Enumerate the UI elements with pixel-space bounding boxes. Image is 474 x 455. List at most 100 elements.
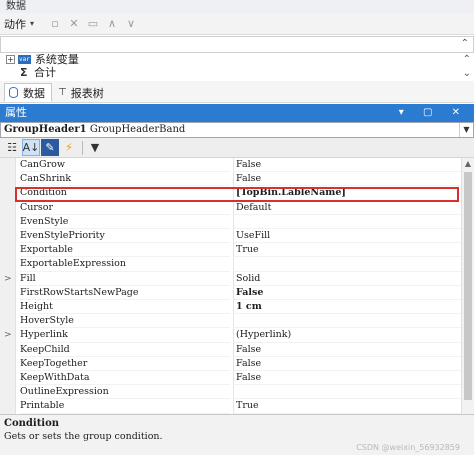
property-value[interactable]: True: [233, 243, 461, 258]
property-row[interactable]: KeepTogether False: [0, 356, 461, 371]
tree-scrollbar[interactable]: ⌃ ⌄: [463, 53, 471, 81]
object-selector[interactable]: GroupHeader1 GroupHeaderBand ▼: [0, 122, 474, 138]
property-value[interactable]: Default: [233, 200, 461, 215]
var-icon: var: [18, 55, 31, 64]
property-name: ExportableExpression: [20, 257, 230, 272]
tab-label: 数据: [23, 86, 45, 100]
property-value[interactable]: False: [233, 158, 461, 173]
property-grid-scrollbar[interactable]: ▲: [461, 158, 474, 414]
property-value[interactable]: (Hyperlink): [233, 328, 461, 343]
object-type: GroupHeaderBand: [89, 124, 186, 135]
property-value[interactable]: 1 cm: [233, 300, 461, 315]
watermark: CSDN @weixin_56932859: [356, 443, 460, 452]
expand-arrow-icon[interactable]: >: [4, 272, 12, 286]
property-value[interactable]: [233, 257, 461, 272]
toolbar-divider: [82, 140, 83, 155]
tree-icon: ⊤: [58, 87, 67, 98]
object-name: GroupHeader1: [4, 124, 87, 135]
panel-tabs: 数据 ⊤ 报表树: [0, 81, 474, 103]
property-row[interactable]: ExportableExpression: [0, 257, 461, 272]
chevron-down-icon[interactable]: ▼: [459, 123, 473, 137]
property-name: Height: [20, 300, 230, 315]
categorized-icon[interactable]: ☷: [3, 139, 21, 156]
property-value[interactable]: False: [233, 172, 461, 187]
property-row[interactable]: Height 1 cm: [0, 300, 461, 315]
property-row[interactable]: CanShrink False: [0, 172, 461, 187]
property-row[interactable]: KeepChild False: [0, 342, 461, 357]
property-row[interactable]: Printable True: [0, 399, 461, 414]
property-value[interactable]: [233, 214, 461, 229]
property-name: Cursor: [20, 201, 230, 215]
property-value[interactable]: UseFill: [233, 229, 461, 244]
actions-menu[interactable]: 动作: [4, 16, 26, 32]
property-row[interactable]: KeepWithData False: [0, 371, 461, 386]
tree-item-totals[interactable]: Σ 合计: [0, 66, 474, 79]
property-row[interactable]: OutlineExpression: [0, 385, 461, 400]
property-value[interactable]: False: [233, 342, 461, 357]
property-value[interactable]: [233, 314, 461, 329]
collapse-chevron-icon[interactable]: ⌃: [461, 38, 469, 49]
database-icon: [9, 87, 18, 98]
property-value[interactable]: Solid: [233, 271, 461, 286]
filter-icon[interactable]: ▼: [86, 139, 104, 156]
panel-controls[interactable]: ▾ ▢ ✕: [399, 104, 468, 122]
property-name: CanShrink: [20, 172, 230, 187]
move-down-icon[interactable]: ∨: [122, 15, 140, 33]
property-name: KeepTogether: [20, 357, 230, 371]
property-row[interactable]: EvenStylePriority UseFill: [0, 229, 461, 244]
chevron-down-icon[interactable]: ▾: [30, 19, 40, 28]
property-row[interactable]: Cursor Default: [0, 200, 461, 215]
move-up-icon[interactable]: ∧: [103, 15, 121, 33]
property-row[interactable]: > Hyperlink (Hyperlink): [0, 328, 461, 343]
new-item-icon[interactable]: ▫: [46, 15, 64, 33]
scroll-thumb[interactable]: [464, 172, 472, 400]
scroll-up-icon[interactable]: ▲: [462, 158, 474, 170]
description-text: Gets or sets the group condition.: [4, 431, 163, 442]
tree-item-system-variables[interactable]: + var 系统变量: [0, 53, 474, 66]
events-icon[interactable]: ⚡: [60, 139, 78, 156]
sigma-icon: Σ: [20, 66, 28, 79]
property-row[interactable]: FirstRowStartsNewPage False: [0, 285, 461, 300]
property-name: EvenStylePriority: [20, 229, 230, 244]
property-value[interactable]: False: [233, 356, 461, 371]
tree-item-label: 系统变量: [34, 53, 79, 66]
tab-data[interactable]: 数据: [4, 83, 52, 102]
property-name: OutlineExpression: [20, 385, 230, 400]
tab-report-tree[interactable]: ⊤ 报表树: [54, 83, 110, 102]
property-row[interactable]: > Fill Solid: [0, 271, 461, 286]
expand-icon[interactable]: +: [6, 55, 15, 64]
property-row[interactable]: HoverStyle: [0, 314, 461, 329]
panel-title: 属性: [5, 106, 27, 119]
property-row[interactable]: Exportable True: [0, 243, 461, 258]
edit-icon[interactable]: ▭: [84, 15, 102, 33]
data-toolbar: 动作 ▾ ▫ ✕ ▭ ∧ ∨: [0, 13, 474, 35]
search-input[interactable]: ⌃: [0, 36, 474, 53]
property-name: FirstRowStartsNewPage: [20, 286, 230, 300]
alphabetical-icon[interactable]: A↓: [22, 139, 40, 156]
property-value[interactable]: False: [233, 285, 461, 300]
property-name: Fill: [20, 272, 230, 286]
property-value[interactable]: [TopBin.LableName]: [233, 186, 461, 201]
window-title: 数据: [0, 0, 474, 13]
property-name: KeepChild: [20, 343, 230, 357]
property-name: KeepWithData: [20, 371, 230, 386]
properties-icon[interactable]: ✎: [41, 139, 59, 156]
property-name: HoverStyle: [20, 314, 230, 329]
property-row[interactable]: EvenStyle: [0, 214, 461, 229]
delete-icon[interactable]: ✕: [65, 15, 83, 33]
property-value[interactable]: [233, 385, 461, 400]
property-name: Hyperlink: [20, 328, 230, 343]
property-row[interactable]: Condition [TopBin.LableName]: [0, 186, 461, 201]
property-value[interactable]: True: [233, 399, 461, 414]
property-grid: CanGrow False CanShrink False Condition [TopB…: [0, 158, 474, 414]
expand-arrow-icon[interactable]: >: [4, 328, 12, 342]
property-name: Condition: [20, 186, 230, 201]
property-name: EvenStyle: [20, 215, 230, 229]
property-name: Printable: [20, 399, 230, 414]
property-name: Exportable: [20, 243, 230, 258]
description-pane: Condition Gets or sets the group conditi…: [0, 414, 474, 455]
description-title: Condition: [4, 418, 60, 429]
property-value[interactable]: False: [233, 371, 461, 386]
property-row[interactable]: CanGrow False: [0, 158, 461, 173]
data-tree: + var 系统变量 Σ 合计 ⌃ ⌄: [0, 53, 474, 81]
